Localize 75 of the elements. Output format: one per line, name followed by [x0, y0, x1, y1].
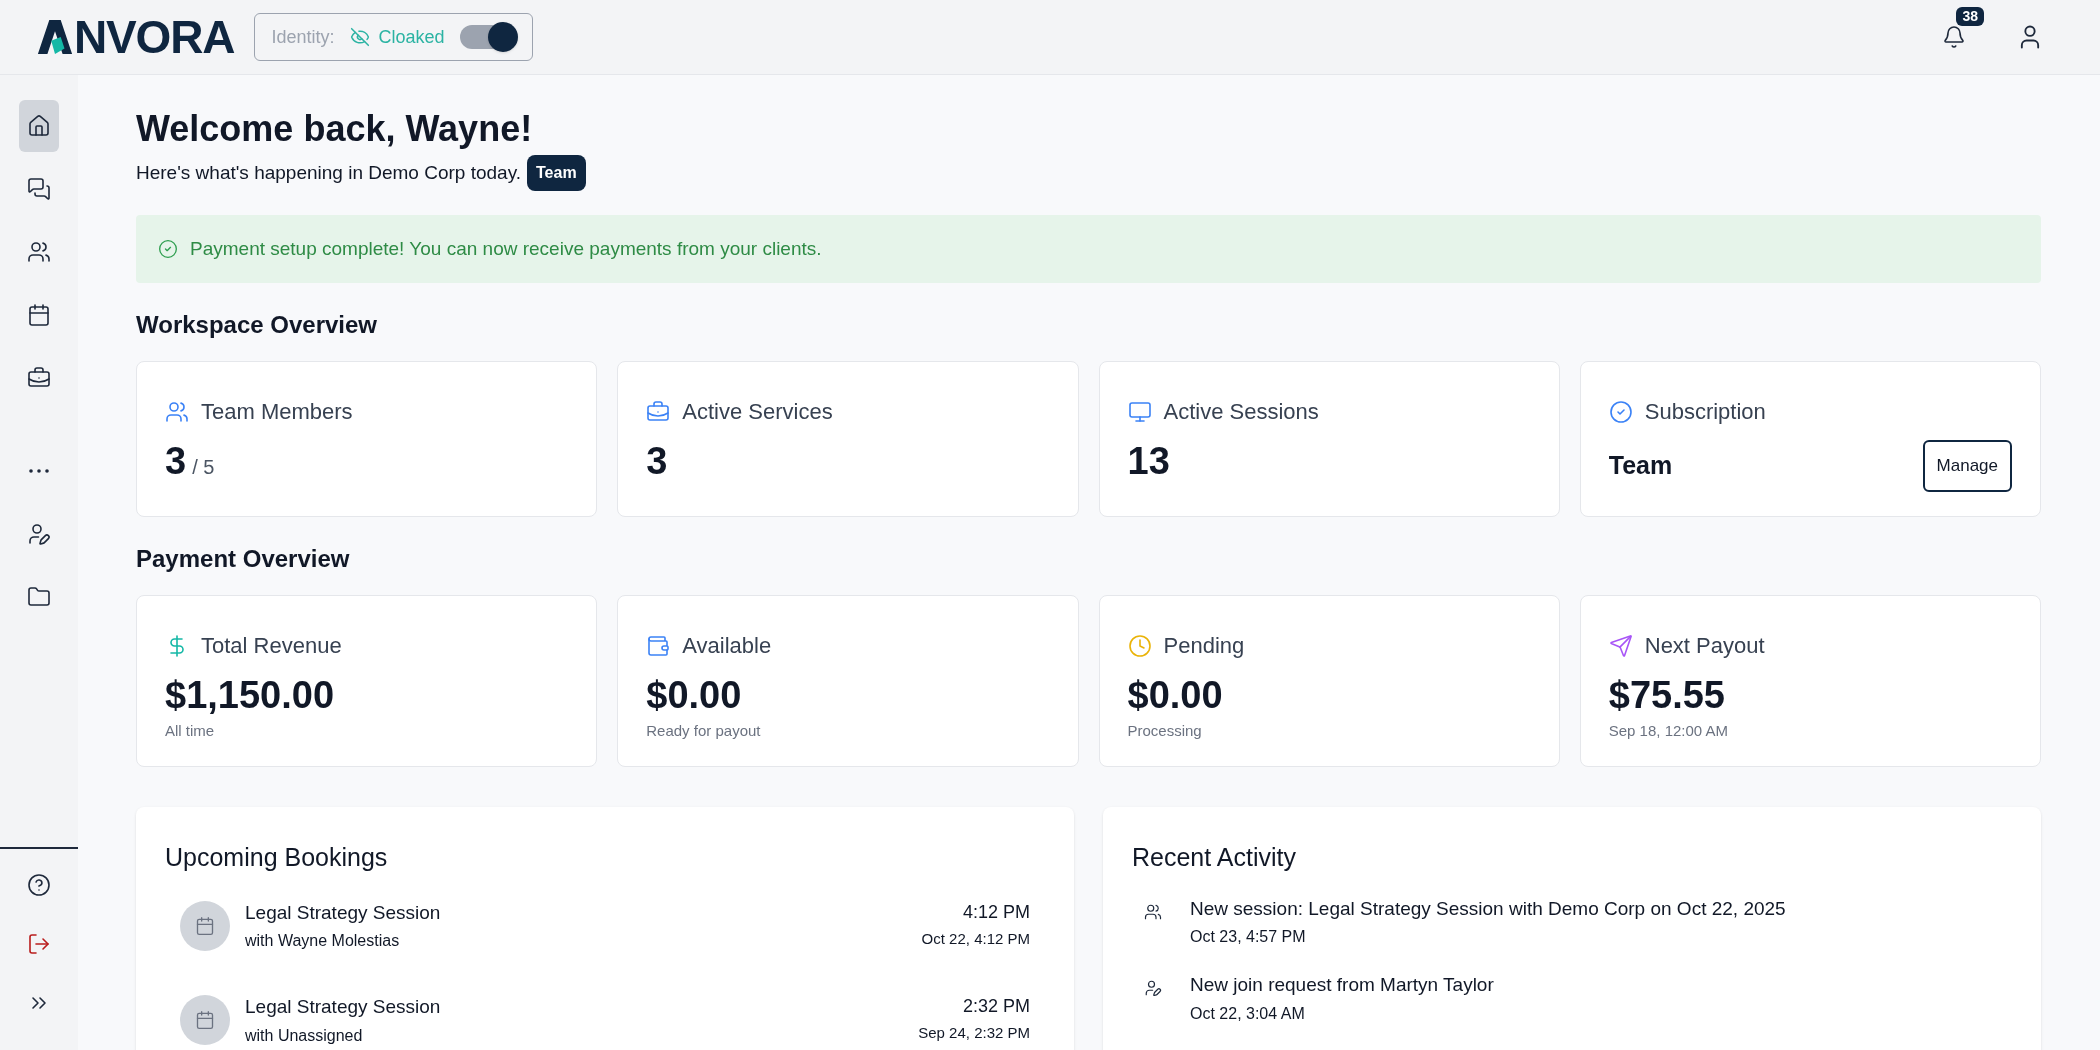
more-icon — [29, 469, 49, 473]
calendar-avatar — [180, 995, 230, 1045]
stat-value: $0.00 — [1127, 673, 1223, 718]
stat-limit: / 5 — [192, 455, 215, 480]
stat-value: $0.00 — [646, 673, 742, 718]
logo-mark-icon — [36, 18, 74, 56]
section-title: Payment Overview — [136, 544, 351, 574]
users-icon — [1144, 902, 1162, 921]
booking-date: Oct 22, 4:12 PM — [921, 928, 1030, 949]
booking-time: 4:12 PM — [962, 900, 1030, 924]
card-label: Team Members — [201, 398, 353, 426]
stat-value: 13 — [1127, 439, 1170, 484]
card-label: Active Sessions — [1163, 398, 1319, 426]
identity-status: Cloaked — [378, 25, 445, 49]
booking-item[interactable]: Legal Strategy Session with Wayne Molestias 4:12 PM Oct 22, 4:12 PM — [165, 898, 1045, 953]
card-label: Subscription — [1644, 398, 1766, 426]
plan-name: Team — [1608, 450, 1673, 482]
card-label: Active Services — [682, 398, 833, 426]
welcome-subtitle: Here's what's happening in Demo Corp today. — [136, 160, 521, 185]
home-icon — [27, 114, 51, 138]
notification-count: 38 — [1956, 7, 1984, 26]
stat-value: 3 — [165, 439, 187, 484]
clock-icon — [1127, 633, 1152, 658]
activity-time: Oct 22, 3:04 AM — [1190, 1003, 1306, 1024]
user-pen-icon — [27, 522, 51, 546]
alert-message: Payment setup complete! You can now receive payments from your clients. — [190, 236, 822, 261]
help-icon — [27, 873, 51, 897]
users-icon — [27, 240, 51, 264]
activity-time: Oct 23, 4:57 PM — [1190, 927, 1307, 947]
stat-value: $75.55 — [1608, 673, 1725, 718]
check-circle-icon — [1608, 399, 1633, 424]
booking-client: with Wayne Molestias — [245, 931, 401, 951]
card-label: Next Payout — [1644, 632, 1765, 660]
identity-toggle[interactable] — [460, 25, 517, 49]
booking-date: Sep 24, 2:32 PM — [918, 1023, 1030, 1043]
card-label: Available — [682, 632, 772, 660]
stat-note: Processing — [1127, 721, 1203, 741]
sidebar-item[interactable] — [19, 100, 59, 152]
booking-title: Legal Strategy Session — [245, 995, 441, 1019]
booking-time: 2:32 PM — [962, 995, 1030, 1018]
calendar-icon — [27, 303, 51, 327]
stat-value: $1,150.00 — [165, 673, 335, 718]
card-title: Upcoming Bookings — [165, 842, 389, 873]
booking-client: with Unassigned — [245, 1025, 364, 1046]
wallet-icon — [646, 633, 671, 658]
welcome-title: Welcome back, Wayne! — [136, 107, 534, 151]
logo-text: NVORA — [74, 14, 235, 60]
calendar-avatar — [180, 900, 230, 951]
section-title: Workspace Overview — [136, 310, 379, 340]
users-icon — [165, 399, 189, 424]
check-circle-icon — [158, 239, 178, 259]
plan-badge: Team — [527, 155, 586, 191]
folder-icon — [27, 585, 51, 609]
send-icon — [1608, 633, 1633, 658]
briefcase-icon — [27, 366, 51, 390]
card-label: Total Revenue — [201, 632, 342, 660]
stat-value: 3 — [646, 439, 668, 484]
stat-note: All time — [165, 721, 216, 741]
manage-button[interactable]: Manage — [1922, 440, 2012, 492]
chat-icon — [27, 177, 51, 201]
booking-item[interactable]: Legal Strategy Session with Unassigned 2:32 PM Sep 24, 2:32 PM — [165, 993, 1045, 1048]
eye-off-icon — [350, 27, 371, 47]
logout-icon — [27, 932, 51, 956]
activity-text: New session: Legal Strategy Session with Demo Corp on Oct 22, 2025 — [1190, 896, 1786, 921]
stat-note: Sep 18, 12:00 AM — [1608, 721, 1729, 741]
monitor-icon — [1127, 399, 1152, 424]
card-title: Recent Activity — [1132, 842, 1297, 873]
identity-label: Identity: — [271, 25, 335, 49]
activity-text: New join request from Martyn Taylor — [1190, 973, 1494, 997]
briefcase-icon — [646, 399, 671, 424]
card-label: Pending — [1163, 632, 1245, 660]
user-pen-icon — [1144, 979, 1162, 997]
stat-note: Ready for payout — [646, 721, 762, 741]
bell-icon — [1942, 25, 1966, 49]
booking-title: Legal Strategy Session — [245, 900, 441, 925]
